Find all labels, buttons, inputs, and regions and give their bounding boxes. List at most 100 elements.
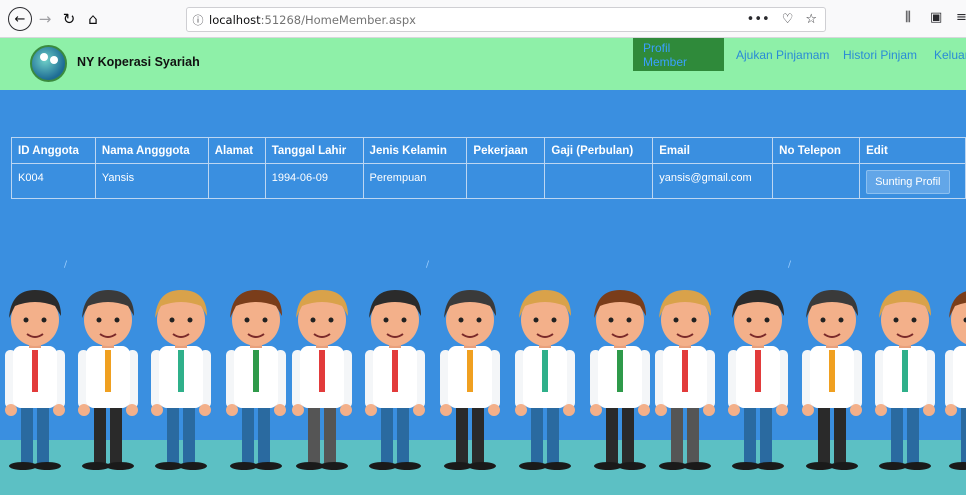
column-header: Jenis Kelamin [362, 137, 468, 164]
column-header: Nama Angggota [94, 137, 209, 164]
menu-histori-pinjam[interactable]: Histori Pinjam [833, 38, 927, 71]
figure-eye [838, 317, 844, 323]
figure-shoe [468, 462, 496, 470]
library-icon[interactable]: ⫼ [905, 10, 911, 25]
figure-eye [114, 317, 120, 323]
figure-leg [324, 403, 336, 463]
figure-eye [673, 317, 679, 323]
sidebar-icon[interactable]: ▣ [930, 10, 942, 25]
figure-eye [262, 317, 268, 323]
menu-keluar[interactable]: Keluar [924, 38, 966, 71]
column-header: Gaji (Perbulan) [544, 137, 654, 164]
figure-eye [458, 317, 464, 323]
figure-eye [551, 317, 557, 323]
figure-eye [533, 317, 539, 323]
figure-shoe [296, 462, 324, 470]
member-table: ID Anggota Nama Angggota Alamat Tanggal … [11, 137, 966, 199]
menu-profil-member[interactable]: Profil Member [633, 38, 724, 71]
figure-tie [829, 350, 835, 392]
figure-shoe [949, 462, 966, 470]
figure-hand [945, 404, 957, 416]
page-body: NY Koperasi Syariah Profil Member Ajukan… [0, 38, 966, 495]
figure-leg [167, 403, 179, 463]
pocket-icon[interactable]: ♡ [782, 12, 794, 27]
figure-eye [187, 317, 193, 323]
cell-email: yansis@gmail.com [652, 163, 774, 199]
figure-shoe [33, 462, 61, 470]
column-header: Edit [859, 137, 966, 164]
people-illustration [5, 290, 966, 470]
figure-tie [467, 350, 473, 392]
figure-leg [760, 403, 772, 463]
figure-eye [310, 317, 316, 323]
back-arrow-icon[interactable]: ← [8, 7, 32, 31]
browser-toolbar: ← → ↻ ⌂ ⓘ localhost :51268/HomeMember.as… [0, 0, 966, 38]
figure-leg [456, 403, 468, 463]
cell-alamat [207, 163, 266, 199]
figure-tie [392, 350, 398, 392]
figure-leg [834, 403, 846, 463]
figure-eye [169, 317, 175, 323]
column-header: Email [652, 137, 774, 164]
figure-eye [764, 317, 770, 323]
figure-leg [744, 403, 756, 463]
cell-telepon [772, 163, 861, 199]
figure-eye [626, 317, 632, 323]
sunting-profil-button[interactable]: Sunting Profil [866, 170, 950, 194]
figure-leg [961, 403, 966, 463]
cell-pekerjaan [466, 163, 546, 199]
figure-hand [126, 404, 138, 416]
figure-hand [5, 404, 17, 416]
figure-leg [547, 403, 559, 463]
page-actions-icon[interactable]: ••• [747, 12, 770, 27]
figure-eye [893, 317, 899, 323]
info-icon[interactable]: ⓘ [187, 12, 209, 28]
figure-tie [319, 350, 325, 392]
figure-eye [23, 317, 29, 323]
figure-shoe [683, 462, 711, 470]
figure-leg [606, 403, 618, 463]
figure-shoe [393, 462, 421, 470]
figure-tie [617, 350, 623, 392]
figure-shoe [732, 462, 760, 470]
figure-leg [472, 403, 484, 463]
figure-shoe [179, 462, 207, 470]
figure-shoe [659, 462, 687, 470]
figure-leg [381, 403, 393, 463]
home-icon[interactable]: ⌂ [84, 7, 102, 31]
bookmark-star-icon[interactable]: ☆ [805, 12, 817, 27]
figure-leg [687, 403, 699, 463]
cell-gaji [544, 163, 654, 199]
figure-shoe [543, 462, 571, 470]
figure-leg [671, 403, 683, 463]
column-header: ID Anggota [11, 137, 96, 164]
figure-tie [902, 350, 908, 392]
brand-name: NY Koperasi Syariah [77, 55, 200, 69]
figure-tie [105, 350, 111, 392]
figure-shoe [82, 462, 110, 470]
cell-id: K004 [11, 163, 96, 199]
reload-icon[interactable]: ↻ [60, 7, 78, 31]
figure-tie [542, 350, 548, 392]
address-bar[interactable]: ⓘ localhost :51268/HomeMember.aspx ••• ♡… [186, 7, 826, 32]
table-header-row: ID Anggota Nama Angggota Alamat Tanggal … [11, 137, 966, 164]
figure-tie [32, 350, 38, 392]
figure-hand [875, 404, 887, 416]
url-path: :51268/HomeMember.aspx [260, 12, 416, 27]
figure-hand [53, 404, 65, 416]
figure-shoe [254, 462, 282, 470]
figure-hand [776, 404, 788, 416]
figure-hand [340, 404, 352, 416]
column-header: Alamat [207, 137, 266, 164]
figure-eye [911, 317, 917, 323]
menu-icon[interactable]: ≡ [956, 10, 966, 25]
forward-arrow-icon[interactable]: → [36, 7, 54, 31]
figure-hand [413, 404, 425, 416]
figure-eye [328, 317, 334, 323]
figure-hand [365, 404, 377, 416]
figure-hand [226, 404, 238, 416]
figure-eye [746, 317, 752, 323]
menu-ajukan-pinjamam[interactable]: Ajukan Pinjamam [726, 38, 839, 71]
figure-hand [488, 404, 500, 416]
figure-hand [563, 404, 575, 416]
